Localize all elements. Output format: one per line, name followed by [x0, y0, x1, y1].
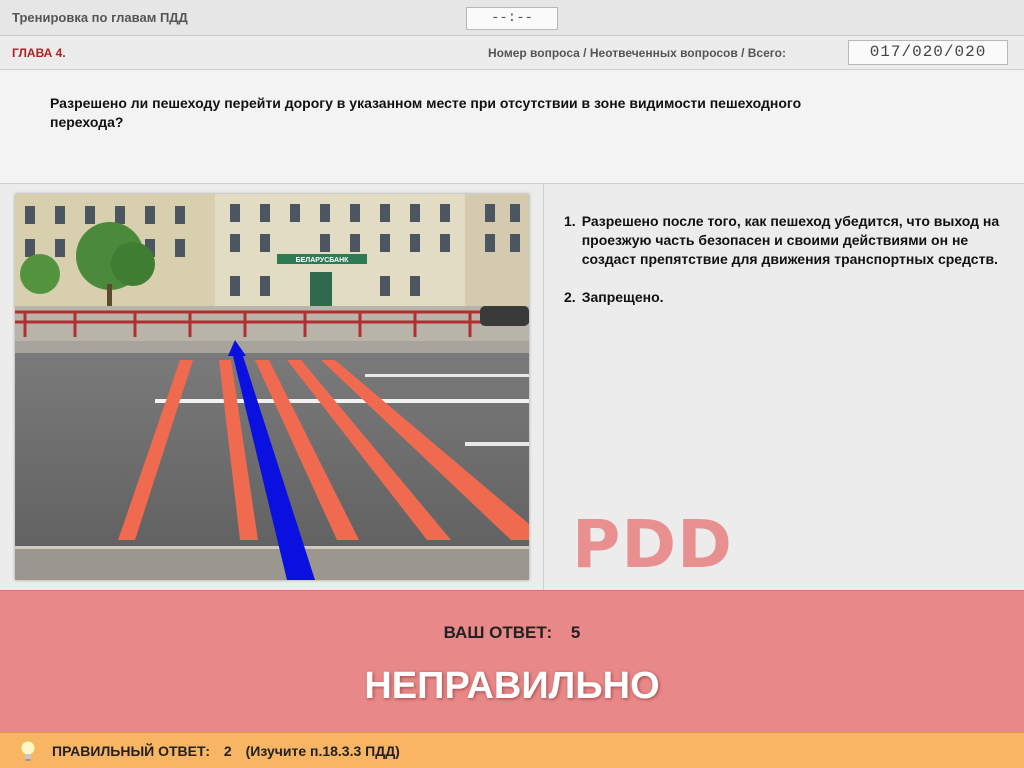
top-bar: Тренировка по главам ПДД --:-- [0, 0, 1024, 36]
correct-answer-label: ПРАВИЛЬНЫЙ ОТВЕТ: [52, 743, 211, 759]
hint-bar: ПРАВИЛЬНЫЙ ОТВЕТ: 2 (Изучите п.18.3.3 ПД… [0, 732, 1024, 768]
timer-display: --:-- [466, 7, 558, 30]
your-answer-label: ВАШ ОТВЕТ: [443, 623, 553, 642]
car [480, 306, 529, 326]
answer-number: 2. [564, 289, 576, 305]
lightbulb-icon [20, 740, 36, 761]
question-counter-label: Номер вопроса / Неотвеченных вопросов / … [488, 46, 786, 60]
chapter-bar: ГЛАВА 4. Номер вопроса / Неотвеченных во… [0, 36, 1024, 70]
question-counter: 017/020/020 [848, 40, 1008, 65]
question-text: Разрешено ли пешеходу перейти дорогу в у… [50, 95, 802, 130]
answer-text: Запрещено. [581, 289, 664, 305]
answer-text: Разрешено после того, как пешеход убедит… [581, 213, 1000, 267]
question-area: Разрешено ли пешеходу перейти дорогу в у… [0, 70, 1024, 184]
your-answer-value: 5 [570, 623, 581, 642]
content-area: БЕЛАРУСБАНК 1. Разрешено после того, как… [0, 184, 1024, 660]
your-answer-line: ВАШ ОТВЕТ: 5 [0, 623, 1024, 643]
question-image: БЕЛАРУСБАНК [15, 194, 529, 580]
correct-answer-hint: ПРАВИЛЬНЫЙ ОТВЕТ: 2 (Изучите п.18.3.3 ПД… [52, 743, 410, 759]
answer-option-1[interactable]: 1. Разрешено после того, как пешеход убе… [564, 212, 1004, 269]
chapter-label: ГЛАВА 4. [12, 46, 66, 60]
answer-number: 1. [564, 213, 576, 229]
verdict-text: НЕПРАВИЛЬНО [364, 665, 660, 707]
rule-reference: (Изучите п.18.3.3 ПДД) [245, 743, 400, 759]
street-crossing-illustration: БЕЛАРУСБАНК [15, 194, 529, 580]
answer-list: 1. Разрешено после того, как пешеход убе… [564, 212, 1004, 326]
app-title: Тренировка по главам ПДД [12, 10, 188, 25]
shop-sign-text: БЕЛАРУСБАНК [296, 257, 350, 264]
correct-answer-value: 2 [223, 743, 232, 759]
content-divider [543, 184, 544, 590]
answer-option-2[interactable]: 2. Запрещено. [564, 288, 1004, 307]
result-panel: ВАШ ОТВЕТ: 5 НЕПРАВИЛЬНО [0, 590, 1024, 732]
